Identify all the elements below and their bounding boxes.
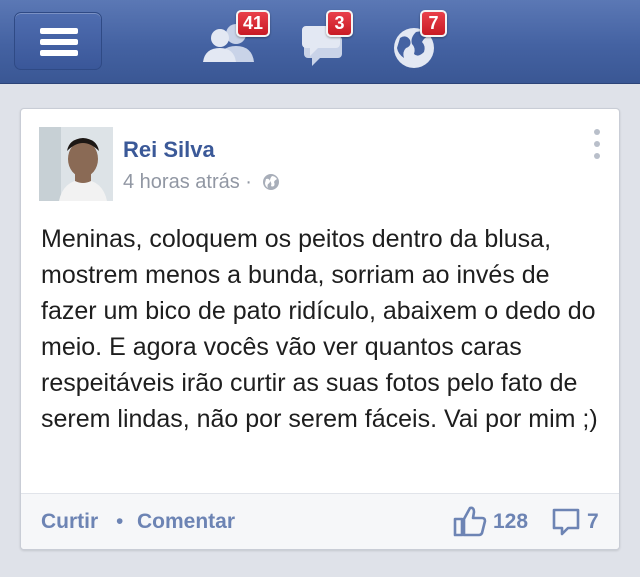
like-button[interactable]: Curtir <box>41 510 98 534</box>
post-text: Meninas, coloquem os peitos dentro da bl… <box>41 225 598 433</box>
post-card: Rei Silva 4 horas atrás · Meninas, coloq… <box>20 108 620 550</box>
action-separator: • <box>116 510 124 533</box>
notifications-button[interactable]: 7 <box>386 10 456 74</box>
more-options-icon[interactable] <box>593 129 601 163</box>
notifications-badge: 7 <box>420 10 447 37</box>
public-globe-icon <box>262 174 279 190</box>
comments-count[interactable]: 7 <box>587 510 599 534</box>
messages-button[interactable]: 3 <box>292 10 362 74</box>
avatar[interactable] <box>39 127 113 201</box>
post-timestamp[interactable]: 4 horas atrás <box>123 171 240 193</box>
post-meta: 4 horas atrás · <box>123 171 280 194</box>
profile-photo <box>39 127 113 201</box>
menu-button[interactable] <box>14 12 102 70</box>
menu-icon-bar <box>40 50 78 56</box>
thumbs-up-icon[interactable] <box>453 505 487 537</box>
comment-button[interactable]: Comentar <box>137 510 235 534</box>
menu-icon-bar <box>40 28 78 34</box>
friend-requests-button[interactable]: 41 <box>196 10 271 74</box>
friend-requests-badge: 41 <box>236 10 271 37</box>
post-actions-bar: Curtir • Comentar 128 7 <box>21 493 619 549</box>
messages-badge: 3 <box>326 10 353 37</box>
comment-icon[interactable] <box>551 507 581 537</box>
author-name[interactable]: Rei Silva <box>123 137 215 163</box>
likes-count[interactable]: 128 <box>493 510 528 534</box>
meta-separator: · <box>245 171 252 193</box>
menu-icon-bar <box>40 39 78 45</box>
top-navigation-bar: 41 3 7 <box>0 0 640 84</box>
